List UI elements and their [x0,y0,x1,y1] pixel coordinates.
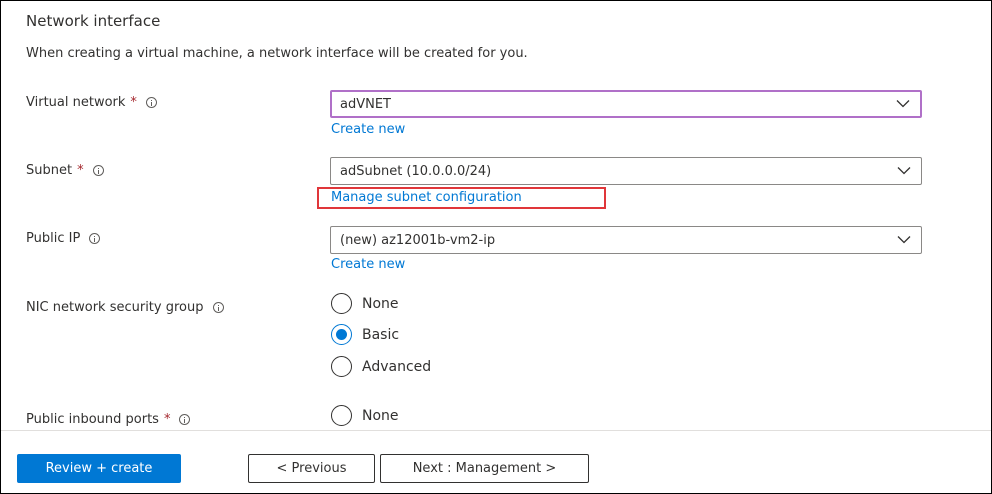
public-inbound-ports-label-row: Public inbound ports * [26,412,191,427]
info-icon[interactable] [212,302,224,313]
public-ip-label-row: Public IP [26,231,101,246]
public-inbound-ports-label: Public inbound ports [26,412,159,427]
required-marker: * [77,163,84,178]
chevron-down-icon [897,236,911,244]
virtual-network-select[interactable]: adVNET [330,90,922,118]
required-marker: * [130,95,137,110]
previous-button[interactable]: < Previous [248,454,375,483]
nsg-option-advanced[interactable]: Advanced [331,356,431,377]
public-ip-select[interactable]: (new) az12001b-vm2-ip [330,226,922,254]
virtual-network-label: Virtual network [26,95,126,110]
subnet-select[interactable]: adSubnet (10.0.0.0/24) [330,157,922,185]
section-title: Network interface [26,12,161,30]
inbound-ports-option-label: None [362,407,399,424]
required-marker: * [163,412,171,427]
public-ip-value: (new) az12001b-vm2-ip [340,232,496,248]
nsg-option-none[interactable]: None [331,293,399,314]
chevron-down-icon [897,167,911,175]
subnet-label-row: Subnet * [26,163,104,178]
nsg-option-basic[interactable]: Basic [331,324,399,345]
nsg-option-label: Basic [362,326,400,343]
info-icon[interactable] [179,414,191,425]
highlight-annotation-box [317,187,606,209]
info-icon[interactable] [145,97,157,108]
create-new-vnet-link[interactable]: Create new [331,122,405,137]
nsg-option-label: None [362,295,399,312]
nsg-option-label: Advanced [362,358,432,375]
footer-divider [1,430,991,431]
virtual-network-label-row: Virtual network * [26,95,157,110]
info-icon[interactable] [89,233,101,244]
radio-button[interactable] [331,293,352,314]
subnet-label: Subnet [26,163,73,178]
section-description: When creating a virtual machine, a netwo… [26,46,528,61]
create-new-public-ip-link[interactable]: Create new [331,257,405,272]
inbound-ports-option-none[interactable]: None [331,405,399,426]
nic-nsg-label: NIC network security group [26,300,204,315]
info-icon[interactable] [92,165,104,176]
virtual-network-value: adVNET [340,96,391,112]
radio-button-checked[interactable] [331,324,352,345]
public-ip-label: Public IP [26,231,81,246]
radio-button[interactable] [331,356,352,377]
subnet-value: adSubnet (10.0.0.0/24) [340,163,492,179]
next-management-button[interactable]: Next : Management > [380,454,589,483]
radio-button[interactable] [331,405,352,426]
nic-nsg-label-row: NIC network security group [26,300,224,315]
review-create-button[interactable]: Review + create [17,454,181,483]
chevron-down-icon [896,100,910,108]
